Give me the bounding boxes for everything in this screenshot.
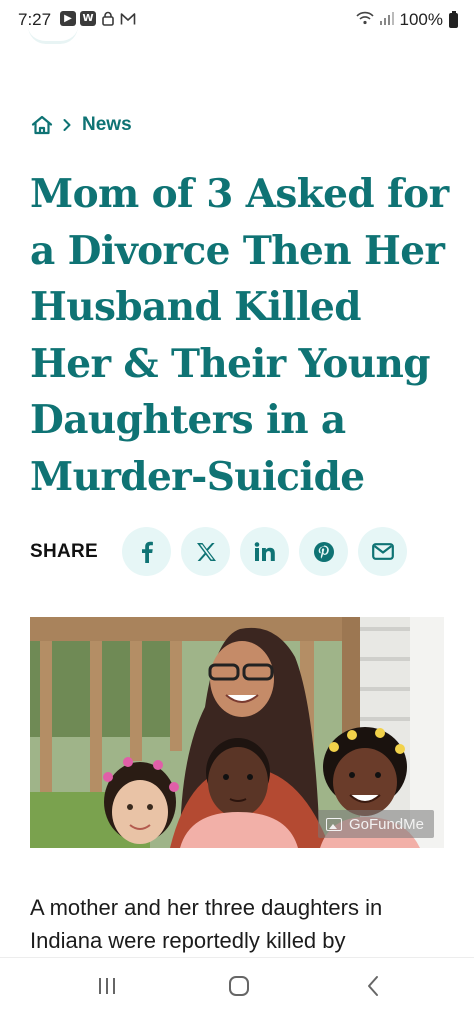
system-nav-bar bbox=[0, 957, 474, 1016]
share-linkedin-button[interactable] bbox=[240, 527, 289, 576]
w-icon: W bbox=[80, 11, 96, 26]
x-icon bbox=[195, 542, 217, 562]
share-x-button[interactable] bbox=[181, 527, 230, 576]
recents-button[interactable] bbox=[92, 976, 122, 1000]
image-credit: GoFundMe bbox=[317, 810, 434, 838]
wifi-icon bbox=[355, 10, 374, 30]
recents-icon bbox=[96, 976, 118, 1001]
share-label: SHARE bbox=[30, 541, 99, 562]
facebook-icon bbox=[140, 541, 154, 563]
status-notification-icons: ▶ W bbox=[60, 11, 136, 26]
home-square-icon bbox=[228, 975, 250, 1002]
battery-icon bbox=[449, 10, 458, 28]
breadcrumb-news-link[interactable]: News bbox=[82, 114, 132, 136]
home-button[interactable] bbox=[224, 975, 254, 1002]
back-button[interactable] bbox=[358, 975, 388, 1002]
home-icon[interactable] bbox=[30, 113, 54, 137]
back-chevron-icon bbox=[366, 975, 380, 1002]
battery-percent: 100% bbox=[399, 10, 443, 29]
mail-icon bbox=[120, 11, 136, 26]
share-facebook-button[interactable] bbox=[122, 527, 171, 576]
signal-icon bbox=[379, 10, 394, 30]
image-icon bbox=[325, 817, 342, 831]
pinterest-icon bbox=[313, 541, 335, 563]
article-photo: GoFundMe bbox=[30, 617, 444, 848]
share-email-button[interactable] bbox=[358, 527, 407, 576]
status-system-icons: 100% bbox=[355, 10, 458, 30]
article-title: Mom of 3 Asked for a Divorce Then Her Hu… bbox=[30, 171, 449, 500]
image-credit-label: GoFundMe bbox=[348, 815, 424, 833]
share-buttons bbox=[122, 527, 407, 576]
article-body: A mother and her three daughters in Indi… bbox=[30, 895, 383, 953]
header-logo-remnant bbox=[28, 26, 78, 44]
lock-icon bbox=[100, 11, 116, 26]
linkedin-icon bbox=[254, 541, 276, 562]
email-icon bbox=[371, 543, 394, 560]
youtube-icon: ▶ bbox=[60, 11, 76, 26]
share-pinterest-button[interactable] bbox=[299, 527, 348, 576]
breadcrumb: News bbox=[30, 113, 132, 137]
chevron-right-icon bbox=[60, 118, 74, 132]
